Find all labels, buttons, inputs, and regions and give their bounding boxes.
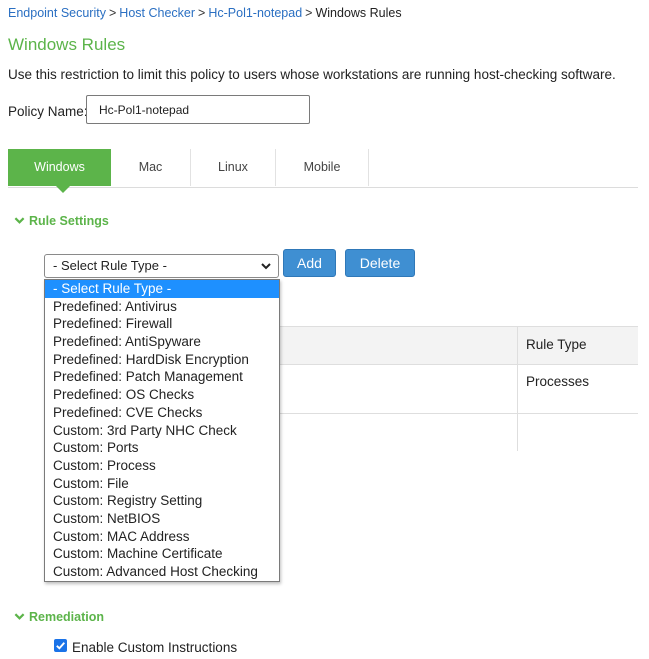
rule-settings-heading: Rule Settings — [29, 214, 109, 228]
option-custom-netbios[interactable]: Custom: NetBIOS — [45, 510, 279, 528]
breadcrumb-separator: > — [198, 6, 206, 20]
breadcrumb-separator: > — [108, 6, 117, 20]
option-predefined-os-checks[interactable]: Predefined: OS Checks — [45, 386, 279, 404]
breadcrumb-endpoint-security[interactable]: Endpoint Security — [8, 6, 106, 20]
option-custom-machine-certificate[interactable]: Custom: Machine Certificate — [45, 545, 279, 563]
chevron-down-icon — [14, 613, 25, 620]
breadcrumb-current: Windows Rules — [315, 6, 402, 20]
page-description: Use this restriction to limit this polic… — [8, 67, 616, 82]
option-custom-ports[interactable]: Custom: Ports — [45, 439, 279, 457]
chevron-down-icon — [14, 217, 25, 224]
enable-custom-instructions-label: Enable Custom Instructions — [72, 640, 238, 655]
column-divider — [517, 327, 518, 451]
tab-windows[interactable]: Windows — [8, 149, 111, 186]
option-predefined-antivirus[interactable]: Predefined: Antivirus — [45, 298, 279, 316]
option-predefined-cve-checks[interactable]: Predefined: CVE Checks — [45, 404, 279, 422]
option-custom-mac-address[interactable]: Custom: MAC Address — [45, 528, 279, 546]
platform-tabs: Windows Mac Linux Mobile — [8, 149, 638, 193]
table-cell-rule-type: Processes — [526, 374, 590, 389]
rule-settings-toggle[interactable]: Rule Settings — [14, 214, 109, 228]
breadcrumb: Endpoint Security > Host Checker > Hc-Pol1-n… — [8, 6, 402, 20]
option-select-rule-type[interactable]: - Select Rule Type - — [45, 280, 279, 298]
option-predefined-antispyware[interactable]: Predefined: AntiSpyware — [45, 333, 279, 351]
option-custom-file[interactable]: Custom: File — [45, 475, 279, 493]
option-predefined-patch-management[interactable]: Predefined: Patch Management — [45, 368, 279, 386]
tab-linux[interactable]: Linux — [191, 149, 276, 186]
chevron-down-icon — [261, 263, 271, 270]
option-custom-process[interactable]: Custom: Process — [45, 457, 279, 475]
option-predefined-firewall[interactable]: Predefined: Firewall — [45, 315, 279, 333]
breadcrumb-policy[interactable]: Hc-Pol1-notepad — [208, 6, 302, 20]
option-custom-3rd-party-nhc-check[interactable]: Custom: 3rd Party NHC Check — [45, 422, 279, 440]
rule-type-select[interactable]: - Select Rule Type - — [44, 254, 279, 278]
enable-custom-instructions-checkbox[interactable] — [54, 639, 67, 652]
policy-name-input[interactable] — [86, 95, 310, 124]
remediation-toggle[interactable]: Remediation — [14, 610, 104, 624]
column-header-rule-type[interactable]: Rule Type — [526, 337, 587, 352]
delete-button[interactable]: Delete — [345, 249, 415, 277]
breadcrumb-separator: > — [305, 6, 313, 20]
option-predefined-harddisk-encryption[interactable]: Predefined: HardDisk Encryption — [45, 351, 279, 369]
rule-type-dropdown-list: - Select Rule Type - Predefined: Antivir… — [44, 279, 280, 582]
active-tab-arrow — [56, 186, 70, 193]
page-title: Windows Rules — [8, 35, 126, 54]
option-custom-advanced-host-checking[interactable]: Custom: Advanced Host Checking — [45, 563, 279, 581]
rule-type-select-value: - Select Rule Type - — [53, 258, 167, 273]
tab-mac[interactable]: Mac — [111, 149, 191, 186]
remediation-heading: Remediation — [29, 610, 105, 624]
tab-mobile[interactable]: Mobile — [276, 149, 369, 186]
breadcrumb-host-checker[interactable]: Host Checker — [119, 6, 195, 20]
policy-name-label: Policy Name: — [8, 104, 88, 119]
option-custom-registry-setting[interactable]: Custom: Registry Setting — [45, 492, 279, 510]
checkmark-icon — [56, 642, 66, 650]
add-button[interactable]: Add — [283, 249, 336, 277]
